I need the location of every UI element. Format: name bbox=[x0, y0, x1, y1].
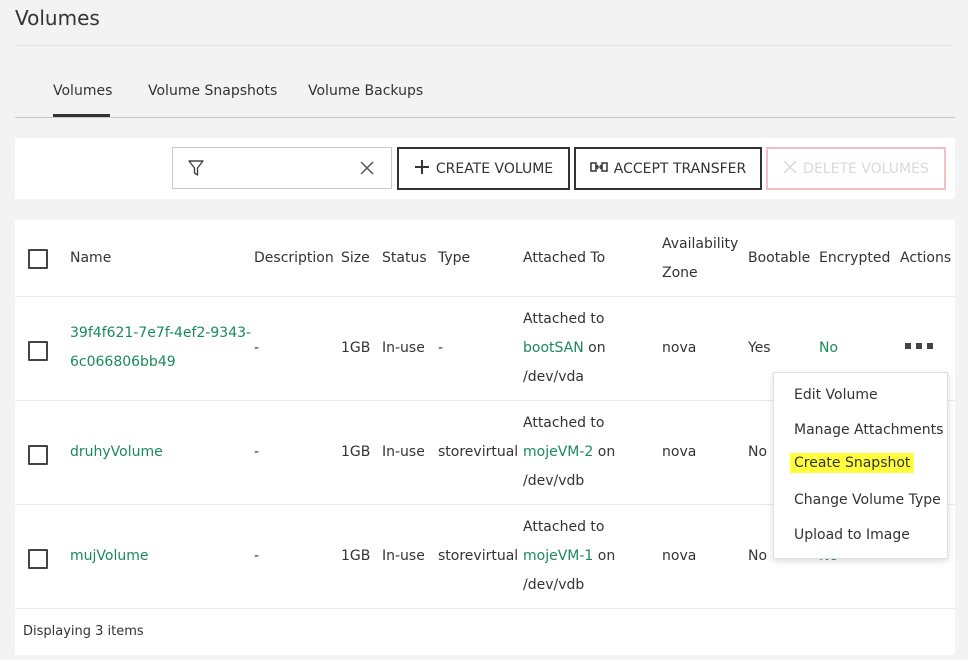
attached-prefix: Attached to bbox=[523, 519, 605, 535]
volume-type: storevirtual bbox=[438, 444, 519, 460]
accept-transfer-label: ACCEPT TRANSFER bbox=[613, 160, 747, 177]
volume-encrypted[interactable]: No bbox=[819, 334, 838, 363]
attached-prefix: Attached to bbox=[523, 311, 605, 327]
volume-status: In-use bbox=[382, 548, 425, 564]
header-description[interactable]: Description bbox=[254, 244, 334, 273]
volume-attached-to: Attached to mojeVM-2 on /dev/vdb bbox=[523, 409, 615, 496]
volume-status: In-use bbox=[382, 444, 425, 460]
attached-prefix: Attached to bbox=[523, 415, 605, 431]
menu-item-change-volume-type[interactable]: Change Volume Type bbox=[794, 492, 941, 508]
volume-bootable: No bbox=[748, 548, 768, 564]
attached-on: on bbox=[597, 548, 616, 564]
row-checkbox[interactable] bbox=[28, 549, 48, 569]
menu-item-upload-to-image[interactable]: Upload to Image bbox=[794, 527, 910, 543]
attached-vm-link[interactable]: mojeVM-2 bbox=[523, 444, 593, 460]
row-checkbox[interactable] bbox=[28, 341, 48, 361]
page-title: Volumes bbox=[15, 6, 100, 30]
volume-bootable: Yes bbox=[748, 340, 771, 356]
volume-name-link[interactable]: druhyVolume bbox=[70, 438, 163, 467]
filter-field[interactable] bbox=[172, 147, 392, 189]
create-volume-label: CREATE VOLUME bbox=[435, 160, 554, 177]
more-dots-icon[interactable] bbox=[905, 343, 933, 349]
volume-description: - bbox=[254, 340, 260, 356]
volume-zone: nova bbox=[662, 444, 697, 460]
attached-device: /dev/vda bbox=[523, 369, 584, 385]
select-all-checkbox[interactable] bbox=[28, 249, 48, 269]
menu-item-edit-volume[interactable]: Edit Volume bbox=[794, 387, 878, 403]
menu-item-manage-attachments[interactable]: Manage Attachments bbox=[794, 422, 943, 438]
menu-item-create-snapshot[interactable]: Create Snapshot bbox=[790, 453, 915, 473]
clear-filter-icon[interactable] bbox=[360, 161, 374, 179]
volume-name-link[interactable]: mujVolume bbox=[70, 542, 148, 571]
attached-device: /dev/vdb bbox=[523, 473, 585, 489]
volume-attached-to: Attached to mojeVM-1 on /dev/vdb bbox=[523, 513, 615, 600]
volume-bootable: No bbox=[748, 444, 768, 460]
volume-name-link[interactable]: 39f4f621-7e7f-4ef2-9343- 6c066806bb49 bbox=[70, 319, 251, 377]
volume-size: 1GB bbox=[341, 444, 371, 460]
tab-volume-backups[interactable]: Volume Backups bbox=[308, 83, 423, 99]
header-type[interactable]: Type bbox=[438, 244, 470, 273]
close-icon bbox=[783, 159, 797, 178]
header-attached-to[interactable]: Attached To bbox=[523, 244, 605, 273]
tab-volumes[interactable]: Volumes bbox=[53, 83, 112, 99]
row-checkbox[interactable] bbox=[28, 445, 48, 465]
create-snapshot-label: Create Snapshot bbox=[790, 453, 915, 473]
create-volume-button[interactable]: CREATE VOLUME bbox=[397, 147, 570, 190]
filter-icon bbox=[187, 159, 205, 181]
transfer-icon bbox=[590, 161, 608, 177]
actions-menu: Edit Volume Manage Attachments Create Sn… bbox=[773, 372, 948, 559]
delete-volumes-label: DELETE VOLUMES bbox=[803, 160, 929, 177]
header-availability-zone[interactable]: Availability Zone bbox=[662, 230, 738, 288]
volume-name-line1[interactable]: 39f4f621-7e7f-4ef2-9343- bbox=[70, 319, 251, 348]
header-availability-line2: Zone bbox=[662, 265, 698, 281]
attached-on: on bbox=[597, 444, 616, 460]
attached-device: /dev/vdb bbox=[523, 577, 585, 593]
volume-zone: nova bbox=[662, 548, 697, 564]
volume-description: - bbox=[254, 548, 260, 564]
volume-size: 1GB bbox=[341, 340, 371, 356]
header-name[interactable]: Name bbox=[70, 244, 111, 273]
volume-type: storevirtual bbox=[438, 548, 519, 564]
header-size[interactable]: Size bbox=[341, 244, 370, 273]
volume-name-line2[interactable]: 6c066806bb49 bbox=[70, 348, 251, 377]
title-divider bbox=[15, 45, 953, 46]
header-encrypted[interactable]: Encrypted bbox=[819, 244, 890, 273]
item-count: Displaying 3 items bbox=[23, 624, 144, 639]
header-availability-line1: Availability bbox=[662, 236, 739, 252]
header-status[interactable]: Status bbox=[382, 244, 427, 273]
accept-transfer-button[interactable]: ACCEPT TRANSFER bbox=[574, 147, 762, 190]
volume-status: In-use bbox=[382, 340, 425, 356]
volume-description: - bbox=[254, 444, 260, 460]
header-bootable[interactable]: Bootable bbox=[748, 244, 810, 273]
row-divider bbox=[15, 608, 955, 609]
header-actions: Actions bbox=[900, 250, 952, 266]
tab-volume-snapshots[interactable]: Volume Snapshots bbox=[148, 83, 277, 99]
tabs-divider bbox=[15, 117, 955, 118]
attached-vm-link[interactable]: mojeVM-1 bbox=[523, 548, 593, 564]
volume-size: 1GB bbox=[341, 548, 371, 564]
delete-volumes-button[interactable]: DELETE VOLUMES bbox=[766, 147, 946, 190]
volume-attached-to: Attached to bootSAN on /dev/vda bbox=[523, 305, 606, 392]
plus-icon bbox=[414, 159, 430, 179]
attached-vm-link[interactable]: bootSAN bbox=[523, 340, 584, 356]
header-divider bbox=[15, 296, 955, 297]
attached-on: on bbox=[588, 340, 606, 356]
volume-zone: nova bbox=[662, 340, 697, 356]
volume-type: - bbox=[438, 340, 444, 356]
